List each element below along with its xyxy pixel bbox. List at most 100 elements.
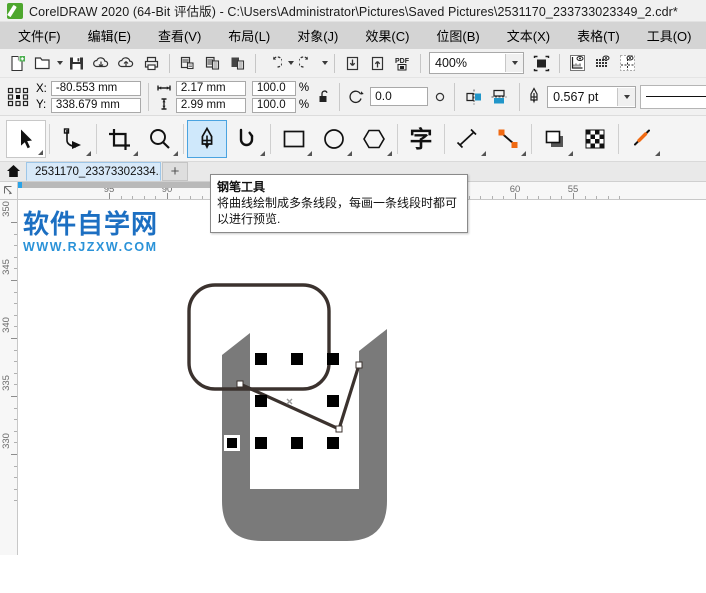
zoom-tool-icon[interactable] — [140, 120, 180, 158]
import-cloud-icon[interactable] — [89, 51, 113, 75]
open-document-icon[interactable] — [30, 51, 54, 75]
zoom-level-input[interactable] — [430, 53, 505, 73]
connector-tool-icon[interactable] — [488, 120, 528, 158]
show-grid-icon[interactable] — [590, 51, 614, 75]
menu-view[interactable]: 查看(V) — [150, 23, 209, 48]
new-document-icon[interactable] — [5, 51, 29, 75]
vertical-ruler-label: 335 — [1, 375, 12, 391]
paste-icon[interactable] — [225, 51, 249, 75]
svg-text:字: 字 — [410, 126, 433, 152]
full-screen-preview-icon[interactable] — [529, 51, 553, 75]
artwork-layer[interactable] — [19, 201, 706, 555]
vertical-ruler-minor-tick — [14, 256, 17, 258]
vertical-ruler-minor-tick — [14, 268, 17, 270]
scale-width-input[interactable] — [251, 80, 296, 96]
vertical-ruler-minor-tick — [14, 303, 17, 305]
mirror-vertical-icon[interactable] — [487, 85, 511, 109]
xy-labels: X: Y: — [36, 81, 47, 113]
scale-height-input[interactable] — [251, 97, 296, 113]
undo-icon[interactable] — [261, 51, 285, 75]
scale-height-percent: % — [298, 99, 310, 111]
zoom-level-combo[interactable] — [429, 52, 524, 74]
object-width-icon — [156, 83, 172, 93]
save-document-icon[interactable] — [64, 51, 88, 75]
selection-handles — [255, 353, 339, 449]
document-tab[interactable]: 2531170_23373302334..* — [26, 162, 161, 181]
undo-dropdown-arrow-icon[interactable] — [286, 51, 295, 75]
parallel-dimension-tool-icon[interactable] — [448, 120, 488, 158]
rotation-angle-input[interactable] — [370, 87, 429, 106]
ellipse-tool-icon[interactable] — [314, 120, 354, 158]
vertical-ruler-minor-tick — [14, 442, 17, 444]
text-tool-icon[interactable]: 字 — [401, 120, 441, 158]
mirror-horizontal-icon[interactable] — [462, 85, 486, 109]
menu-table[interactable]: 表格(T) — [569, 23, 628, 48]
cut-icon[interactable] — [175, 51, 199, 75]
vertical-ruler-minor-tick — [14, 419, 17, 421]
ruler-origin-corner[interactable] — [0, 182, 18, 199]
menu-edit[interactable]: 编辑(E) — [80, 23, 139, 48]
show-rulers-icon[interactable] — [565, 51, 589, 75]
horizontal-ruler-minor-tick — [596, 196, 598, 199]
export-icon[interactable] — [365, 51, 389, 75]
y-label: Y: — [36, 98, 47, 111]
tooltip-body: 将曲线绘制成多条线段，每画一条线段时都可以进行预览. — [217, 196, 458, 226]
print-icon[interactable] — [139, 51, 163, 75]
rectangle-tool-icon[interactable] — [274, 120, 314, 158]
horizontal-ruler-minor-tick — [143, 196, 145, 199]
export-cloud-icon[interactable] — [114, 51, 138, 75]
outline-group — [527, 84, 706, 109]
vertical-ruler-minor-tick — [14, 500, 17, 502]
object-height-input[interactable] — [175, 97, 246, 113]
menu-tools[interactable]: 工具(O) — [639, 23, 700, 48]
drop-shadow-tool-icon[interactable] — [535, 120, 575, 158]
handle-bottom-center — [291, 437, 303, 449]
crop-tool-icon[interactable] — [100, 120, 140, 158]
line-style-preview[interactable] — [640, 84, 706, 109]
menu-text[interactable]: 文本(X) — [499, 23, 558, 48]
toolbar-divider-3 — [334, 53, 335, 73]
handle-top-left — [255, 353, 267, 365]
shape-tool-icon[interactable] — [53, 120, 93, 158]
menu-bitmap[interactable]: 位图(B) — [428, 23, 487, 48]
lock-ratio-icon[interactable] — [316, 88, 332, 106]
color-eyedropper-tool-icon[interactable] — [622, 120, 662, 158]
redo-dropdown-arrow-icon[interactable] — [320, 51, 329, 75]
outline-width-input[interactable] — [548, 86, 618, 107]
redo-icon[interactable] — [295, 51, 319, 75]
menu-object[interactable]: 对象(J) — [289, 23, 346, 48]
outline-width-dropdown-arrow-icon[interactable] — [617, 87, 636, 106]
new-document-tab-button[interactable]: + — [162, 162, 188, 181]
home-icon[interactable] — [0, 161, 26, 181]
menu-file[interactable]: 文件(F) — [10, 23, 69, 48]
horizontal-ruler-minor-tick — [155, 196, 157, 199]
y-position-input[interactable] — [50, 97, 141, 113]
vertical-ruler-tick — [11, 396, 17, 397]
menu-effects[interactable]: 效果(C) — [357, 23, 417, 48]
vertical-ruler[interactable]: 350 345 340 335 330 — [0, 200, 18, 555]
anchor-handle-highlight — [224, 435, 240, 451]
zoom-dropdown-arrow-icon[interactable] — [505, 54, 523, 72]
import-icon[interactable] — [340, 51, 364, 75]
vertical-ruler-tick — [11, 338, 17, 339]
publish-pdf-icon[interactable]: PDF — [390, 51, 414, 75]
handle-top-center — [291, 353, 303, 365]
x-position-input[interactable] — [50, 80, 141, 96]
polygon-tool-icon[interactable] — [354, 120, 394, 158]
property-bar: X: Y: -80.553 mm 338.679 mm 2.17 mm 2.99… — [0, 78, 706, 116]
rotation-group — [347, 87, 447, 106]
drawing-canvas[interactable]: 软件自学网 WWW.RJZXW.COM — [19, 201, 706, 555]
open-dropdown-arrow-icon[interactable] — [55, 51, 64, 75]
artistic-media-tool-icon[interactable] — [227, 120, 267, 158]
vertical-ruler-minor-tick — [14, 245, 17, 247]
horizontal-ruler-minor-tick — [468, 196, 470, 199]
pick-tool-icon[interactable] — [6, 119, 46, 158]
copy-icon[interactable] — [200, 51, 224, 75]
transparency-tool-icon[interactable] — [575, 120, 615, 158]
vertical-ruler-label: 330 — [1, 433, 12, 449]
menu-layout[interactable]: 布局(L) — [220, 23, 278, 48]
show-guidelines-icon[interactable] — [615, 51, 639, 75]
pen-tool-icon[interactable] — [187, 119, 227, 158]
object-width-input[interactable] — [175, 80, 246, 96]
property-divider-3 — [454, 82, 456, 111]
